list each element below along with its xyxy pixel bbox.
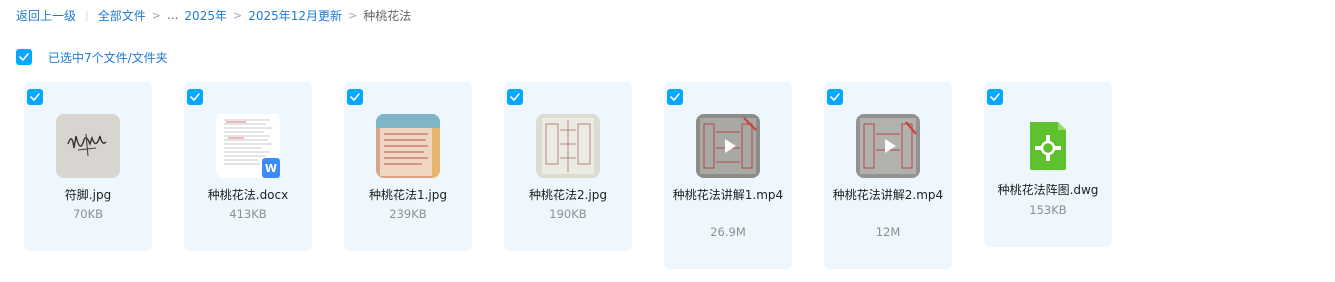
video-thumbnail — [856, 114, 920, 178]
file-tile[interactable]: 种桃花法阵图.dwg 153KB — [984, 82, 1112, 247]
check-icon — [30, 93, 40, 101]
file-size: 190KB — [549, 207, 587, 221]
check-icon — [990, 93, 1000, 101]
selection-bar: 已选中7个文件/文件夹 — [16, 48, 168, 66]
chevron-right-icon: > — [151, 8, 161, 22]
file-size: 26.9M — [710, 225, 746, 239]
breadcrumb-all-files[interactable]: 全部文件 — [98, 7, 146, 24]
file-name: 种桃花法1.jpg — [368, 188, 448, 202]
file-name: 符脚.jpg — [64, 188, 112, 202]
breadcrumb-divider: | — [85, 8, 89, 22]
file-checkbox[interactable] — [987, 89, 1003, 105]
file-size: 413KB — [229, 207, 267, 221]
file-tile[interactable]: 种桃花法讲解2.mp4 12M — [824, 82, 952, 269]
document-thumbnail: W — [216, 114, 280, 178]
word-doc-icon: W — [262, 158, 280, 178]
file-size: 12M — [875, 225, 901, 239]
image-thumbnail — [536, 114, 600, 178]
file-checkbox[interactable] — [827, 89, 843, 105]
file-checkbox[interactable] — [507, 89, 523, 105]
file-tile[interactable]: 种桃花法讲解1.mp4 26.9M — [664, 82, 792, 269]
file-tile[interactable]: 种桃花法1.jpg 239KB — [344, 82, 472, 251]
image-thumbnail — [56, 114, 120, 178]
video-thumbnail — [696, 114, 760, 178]
file-size: 239KB — [389, 207, 427, 221]
file-checkbox[interactable] — [667, 89, 683, 105]
file-name: 种桃花法.docx — [207, 188, 289, 202]
back-link[interactable]: 返回上一级 — [16, 7, 76, 24]
chevron-right-icon: > — [348, 8, 358, 22]
file-name: 种桃花法阵图.dwg — [997, 183, 1099, 197]
file-size: 153KB — [1029, 203, 1067, 217]
breadcrumb-folder-2025[interactable]: 2025年 — [184, 7, 227, 24]
file-name: 种桃花法讲解1.mp4 — [672, 188, 784, 202]
photo-preview — [536, 114, 600, 178]
file-checkbox[interactable] — [187, 89, 203, 105]
file-tile[interactable]: W 种桃花法.docx 413KB — [184, 82, 312, 251]
file-tile[interactable]: 种桃花法2.jpg 190KB — [504, 82, 632, 251]
play-icon — [725, 139, 736, 153]
file-checkbox[interactable] — [347, 89, 363, 105]
check-icon — [190, 93, 200, 101]
check-icon — [350, 93, 360, 101]
breadcrumb: 返回上一级 | 全部文件 > ... 2025年 > 2025年12月更新 > … — [16, 6, 411, 24]
file-name: 种桃花法2.jpg — [528, 188, 608, 202]
file-size: 70KB — [72, 207, 104, 221]
signature-image — [56, 114, 120, 178]
file-tile[interactable]: 符脚.jpg 70KB — [24, 82, 152, 251]
check-icon — [510, 93, 520, 101]
photo-preview — [376, 114, 440, 178]
check-icon — [670, 93, 680, 101]
check-icon — [19, 53, 29, 61]
chevron-right-icon: > — [232, 8, 243, 22]
breadcrumb-folder-2025-12[interactable]: 2025年12月更新 — [248, 7, 342, 24]
image-thumbnail — [376, 114, 440, 178]
file-name: 种桃花法讲解2.mp4 — [832, 188, 944, 202]
breadcrumb-current: 种桃花法 — [363, 8, 412, 23]
check-icon — [830, 93, 840, 101]
dwg-file-icon — [1030, 122, 1066, 170]
select-all-checkbox[interactable] — [16, 49, 32, 65]
file-type-thumbnail — [1016, 114, 1080, 178]
breadcrumb-ellipsis[interactable]: ... — [167, 8, 178, 22]
file-checkbox[interactable] — [27, 89, 43, 105]
selection-count-label: 已选中7个文件/文件夹 — [48, 50, 168, 65]
play-icon — [885, 139, 896, 153]
